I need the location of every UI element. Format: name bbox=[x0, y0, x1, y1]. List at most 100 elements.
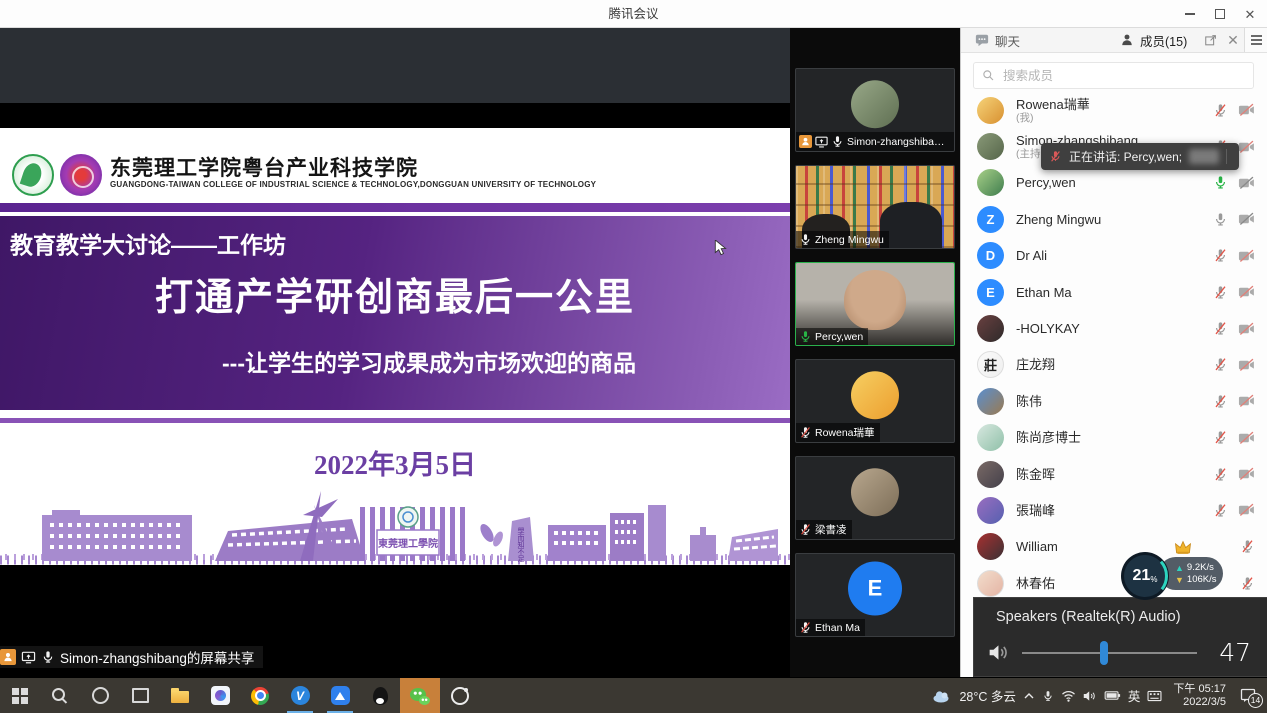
college-name-cn: 东莞理工学院粤台产业科技学院 bbox=[110, 152, 418, 182]
panel-menu-icon[interactable] bbox=[1244, 28, 1267, 52]
mic-status-icon bbox=[41, 650, 55, 664]
wechat-icon[interactable] bbox=[400, 678, 440, 713]
taskbar-clock[interactable]: 下午 05:17 2022/3/5 bbox=[1173, 683, 1226, 709]
member-row[interactable]: 張瑞峰 bbox=[961, 492, 1267, 528]
tab-chat[interactable]: 聊天 bbox=[975, 31, 1020, 50]
chrome-icon[interactable] bbox=[240, 678, 280, 713]
muted-mic-icon[interactable] bbox=[1049, 150, 1062, 163]
tile-name-bar: Zheng Mingwu bbox=[796, 231, 889, 248]
camera-status-icon[interactable] bbox=[1238, 212, 1255, 226]
video-tile[interactable]: Zheng Mingwu bbox=[795, 165, 955, 249]
camera-status-icon[interactable] bbox=[1238, 140, 1255, 154]
search-input[interactable] bbox=[1001, 68, 1245, 84]
tray-expand-icon[interactable] bbox=[1023, 691, 1035, 701]
camera-status-icon[interactable] bbox=[1238, 467, 1255, 481]
volume-slider-handle[interactable] bbox=[1100, 641, 1108, 665]
recorder-icon[interactable] bbox=[440, 678, 480, 713]
mic-status-icon[interactable] bbox=[1240, 576, 1255, 591]
docs-icon[interactable] bbox=[320, 678, 360, 713]
volume-value: 47 bbox=[1209, 638, 1251, 667]
member-row[interactable]: 陈尚彦博士 bbox=[961, 420, 1267, 456]
camera-status-icon[interactable] bbox=[1238, 103, 1255, 117]
mic-status-icon[interactable] bbox=[1213, 394, 1228, 409]
shared-app-chrome bbox=[0, 28, 790, 103]
tab-members[interactable]: 成员(15) bbox=[1120, 31, 1187, 50]
member-name: -HOLYKAY bbox=[1016, 321, 1213, 336]
camera-status-icon[interactable] bbox=[1238, 249, 1255, 263]
meeting-icon[interactable] bbox=[200, 678, 240, 713]
battery-icon[interactable] bbox=[1104, 690, 1121, 701]
cpu-usage-overlay[interactable]: 21% bbox=[1121, 552, 1169, 600]
mic-status-icon[interactable] bbox=[1213, 321, 1228, 336]
chat-icon bbox=[975, 33, 989, 47]
weather-text[interactable]: 28°C 多云 bbox=[959, 686, 1015, 705]
wifi-icon[interactable] bbox=[1061, 690, 1076, 702]
task-view-icon[interactable] bbox=[120, 678, 160, 713]
search-icon[interactable] bbox=[40, 678, 80, 713]
video-tile[interactable]: Rowena瑞華 bbox=[795, 359, 955, 443]
restore-icon[interactable] bbox=[1205, 0, 1235, 28]
explorer-icon[interactable] bbox=[160, 678, 200, 713]
video-tile[interactable]: E Ethan Ma bbox=[795, 553, 955, 637]
mic-status-icon[interactable] bbox=[1213, 467, 1228, 482]
mic-status-icon bbox=[799, 330, 812, 343]
camera-status-icon[interactable] bbox=[1238, 322, 1255, 336]
member-row[interactable]: Rowena瑞華 (我) bbox=[961, 92, 1267, 128]
mic-status-icon[interactable] bbox=[1213, 430, 1228, 445]
video-tile[interactable]: Simon-zhangshibang的… bbox=[795, 68, 955, 152]
camera-status-icon[interactable] bbox=[1238, 431, 1255, 445]
minimize-icon[interactable] bbox=[1175, 0, 1205, 28]
member-row[interactable]: 陈金晖 bbox=[961, 456, 1267, 492]
mic-status-icon[interactable] bbox=[1213, 503, 1228, 518]
start-icon[interactable] bbox=[0, 678, 40, 713]
member-avatar bbox=[977, 497, 1004, 524]
qq-icon[interactable] bbox=[360, 678, 400, 713]
volume-slider[interactable] bbox=[1022, 652, 1197, 654]
panel-tabs: 聊天 成员(15) ✕ bbox=[961, 28, 1267, 53]
video-strip: Simon-zhangshibang的… Zheng Mingwu Percy,… bbox=[790, 28, 960, 677]
popout-panel-icon[interactable] bbox=[1200, 28, 1222, 52]
video-tile[interactable]: 梁書凌 bbox=[795, 456, 955, 540]
member-avatar: Z bbox=[977, 206, 1004, 233]
member-search[interactable] bbox=[973, 62, 1254, 89]
close-icon[interactable]: ✕ bbox=[1235, 0, 1265, 28]
tray-volume-icon[interactable] bbox=[1083, 690, 1097, 702]
camera-status-icon[interactable] bbox=[1238, 358, 1255, 372]
member-row[interactable]: 莊 庄龙翔 bbox=[961, 347, 1267, 383]
close-panel-icon[interactable]: ✕ bbox=[1222, 28, 1244, 52]
member-row[interactable]: 陈伟 bbox=[961, 383, 1267, 419]
member-row[interactable]: Percy,wen bbox=[961, 165, 1267, 201]
mic-status-icon[interactable] bbox=[1213, 285, 1228, 300]
presentation-slide: 东莞理工学院粤台产业科技学院 GUANGDONG-TAIWAN COLLEGE … bbox=[0, 128, 790, 565]
member-row[interactable]: D Dr Ali bbox=[961, 238, 1267, 274]
mic-status-icon[interactable] bbox=[1213, 175, 1228, 190]
member-row[interactable]: -HOLYKAY bbox=[961, 310, 1267, 346]
member-row[interactable]: Z Zheng Mingwu bbox=[961, 201, 1267, 237]
camera-status-icon[interactable] bbox=[1238, 285, 1255, 299]
weather-cloud-icon[interactable] bbox=[932, 688, 952, 703]
member-row[interactable]: William bbox=[961, 529, 1267, 565]
member-row[interactable]: E Ethan Ma bbox=[961, 274, 1267, 310]
mic-status-icon[interactable] bbox=[1240, 539, 1255, 554]
mic-status-icon[interactable] bbox=[1213, 357, 1228, 372]
participant-avatar: E bbox=[848, 562, 902, 616]
participant-name: Rowena瑞華 bbox=[815, 425, 875, 440]
action-center-icon[interactable]: 14 bbox=[1235, 683, 1261, 709]
cortana-icon[interactable] bbox=[80, 678, 120, 713]
mic-status-icon[interactable] bbox=[1213, 212, 1228, 227]
mic-in-use-icon[interactable] bbox=[1042, 689, 1054, 703]
video-tile[interactable]: Percy,wen bbox=[795, 262, 955, 346]
camera-status-icon[interactable] bbox=[1238, 503, 1255, 517]
touch-keyboard-icon[interactable] bbox=[1147, 690, 1162, 702]
speaker-icon[interactable] bbox=[988, 643, 1010, 662]
member-name: Dr Ali bbox=[1016, 248, 1213, 263]
camera-status-icon[interactable] bbox=[1238, 176, 1255, 190]
video-v-icon[interactable] bbox=[280, 678, 320, 713]
mic-status-icon[interactable] bbox=[1213, 103, 1228, 118]
blurred-name bbox=[1189, 149, 1219, 164]
tile-name-bar: 梁書凌 bbox=[796, 520, 852, 539]
mic-status-icon[interactable] bbox=[1213, 248, 1228, 263]
camera-status-icon[interactable] bbox=[1238, 394, 1255, 408]
screen-share-icon bbox=[815, 136, 828, 148]
input-language[interactable]: 英 bbox=[1128, 686, 1141, 705]
